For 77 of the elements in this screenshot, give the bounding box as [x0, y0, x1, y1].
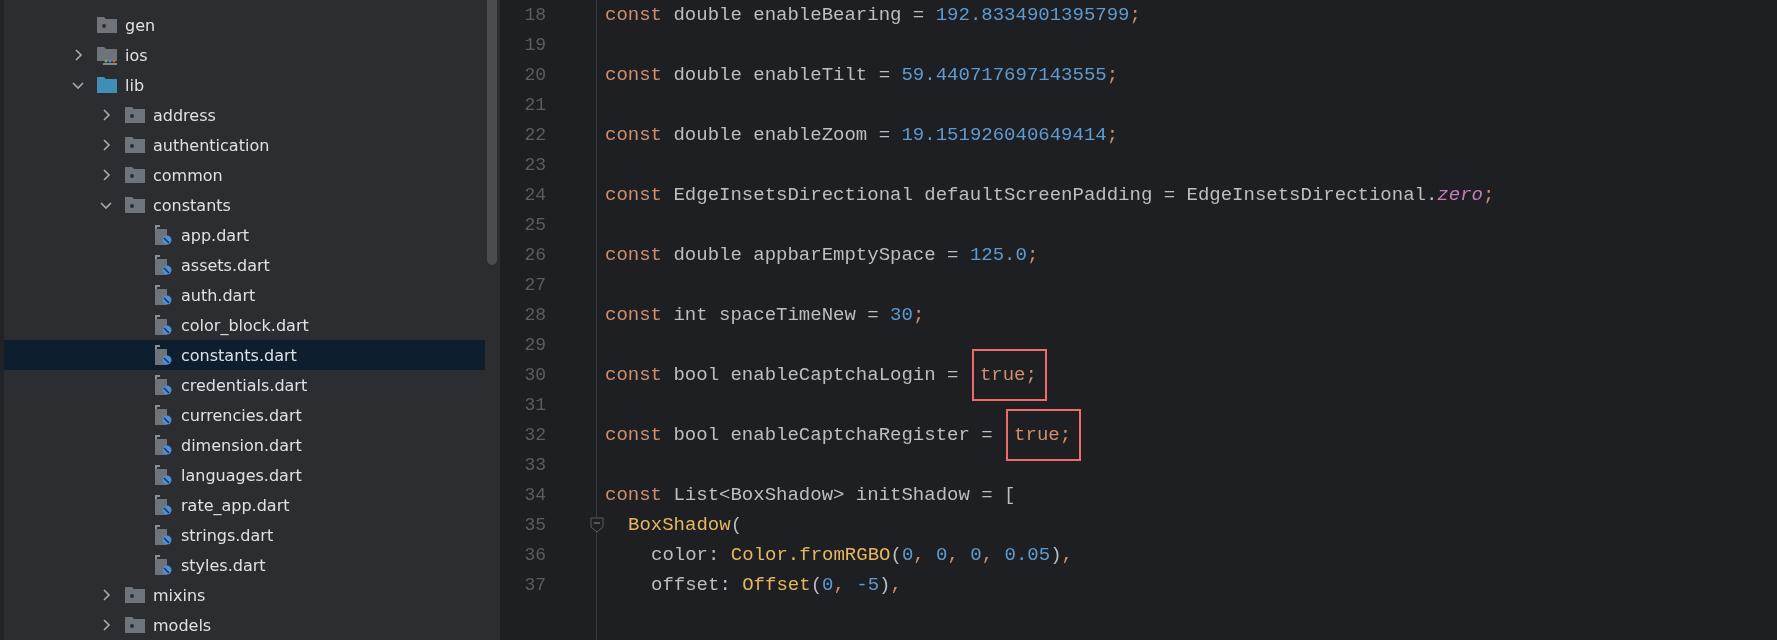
tree-item[interactable]: strings.dart	[4, 520, 485, 550]
code-line: const int spaceTimeNew = 30;	[605, 304, 925, 326]
line-number: 24	[523, 185, 546, 205]
code-line: const double enableBearing = 192.8334901395799;	[605, 4, 1141, 26]
line-number: 25	[523, 215, 546, 235]
tree-item[interactable]: constants	[4, 190, 485, 220]
folder-icon	[124, 195, 146, 215]
code-line: const double enableTilt = 59.440717697143555;	[605, 64, 1119, 86]
dart-file-icon	[152, 495, 174, 515]
line-number: 31	[523, 395, 546, 415]
line-number: 26	[523, 245, 546, 265]
tree-item[interactable]: app.dart	[4, 220, 485, 250]
code-line: const List<BoxShadow> initShadow = [	[605, 484, 1016, 506]
line-number: 19	[523, 35, 546, 55]
line-number: 27	[523, 275, 546, 295]
line-number: 18	[523, 5, 546, 25]
dart-file-icon	[152, 345, 174, 365]
dart-file-icon	[152, 405, 174, 425]
tree-item[interactable]: color_block.dart	[4, 310, 485, 340]
tree-item[interactable]: lib	[4, 70, 485, 100]
tree-item[interactable]: languages.dart	[4, 460, 485, 490]
folder-icon	[124, 105, 146, 125]
tree-item[interactable]: credentials.dart	[4, 370, 485, 400]
dart-file-icon	[152, 435, 174, 455]
folder-icon	[96, 15, 118, 35]
scrollbar[interactable]	[487, 0, 497, 265]
line-number: 29	[523, 335, 546, 355]
code-line: color: Color.fromRGBO(0, 0, 0, 0.05),	[650, 544, 1073, 566]
code-line: offset: Offset(0, -5),	[650, 574, 902, 596]
line-number: 34	[523, 485, 546, 505]
dart-file-icon	[152, 555, 174, 575]
tree-item[interactable]: mixins	[4, 580, 485, 610]
code-line: const double appbarEmptySpace = 125.0;	[605, 244, 1039, 266]
tree-item[interactable]: common	[4, 160, 485, 190]
line-number: 35	[523, 515, 546, 535]
tree-item[interactable]: auth.dart	[4, 280, 485, 310]
tree-item[interactable]: currencies.dart	[4, 400, 485, 430]
tree-item[interactable]: assets.dart	[4, 250, 485, 280]
highlight-box: true;	[1006, 409, 1082, 461]
line-number: 20	[523, 65, 546, 85]
code-line: const bool enableCaptchaRegister =	[605, 424, 994, 446]
dart-file-icon	[152, 225, 174, 245]
folder-icon	[124, 165, 146, 185]
line-number: 23	[523, 155, 546, 175]
dart-file-icon	[152, 465, 174, 485]
line-number: 37	[523, 575, 546, 595]
line-number: 30	[523, 365, 546, 385]
folder-icon	[96, 75, 118, 95]
code-line: const double enableZoom = 19.151926040649414;	[605, 124, 1119, 146]
folder-icon	[124, 135, 146, 155]
dart-file-icon	[152, 315, 174, 335]
line-number: 33	[523, 455, 546, 475]
line-number: 32	[523, 425, 546, 445]
dart-file-icon	[152, 255, 174, 275]
folder-icon	[124, 585, 146, 605]
tree-item[interactable]: address	[4, 100, 485, 130]
tree-item[interactable]: authentication	[4, 130, 485, 160]
tree-item[interactable]: models	[4, 610, 485, 640]
tree-item[interactable]: ios	[4, 40, 485, 70]
tree-item[interactable]: gen	[4, 10, 485, 40]
code-line: const bool enableCaptchaLogin =	[605, 364, 960, 386]
code-line: BoxShadow(	[627, 514, 743, 536]
folder-icon	[124, 615, 146, 635]
tree-item[interactable]: constants.dart	[4, 340, 485, 370]
tree-item[interactable]: styles.dart	[4, 550, 485, 580]
tree-item[interactable]: dimension.dart	[4, 430, 485, 460]
tree-item[interactable]: rate_app.dart	[4, 490, 485, 520]
dart-file-icon	[152, 285, 174, 305]
folder-icon	[96, 45, 118, 65]
code-line: const EdgeInsetsDirectional defaultScreenPadding = EdgeInsetsDirectional.zero;	[605, 184, 1495, 206]
dart-file-icon	[152, 375, 174, 395]
dart-file-icon	[152, 525, 174, 545]
line-number: 36	[523, 545, 546, 565]
highlight-box: true;	[971, 349, 1047, 401]
line-number: 28	[523, 305, 546, 325]
line-number: 21	[523, 95, 546, 115]
line-number: 22	[523, 125, 546, 145]
